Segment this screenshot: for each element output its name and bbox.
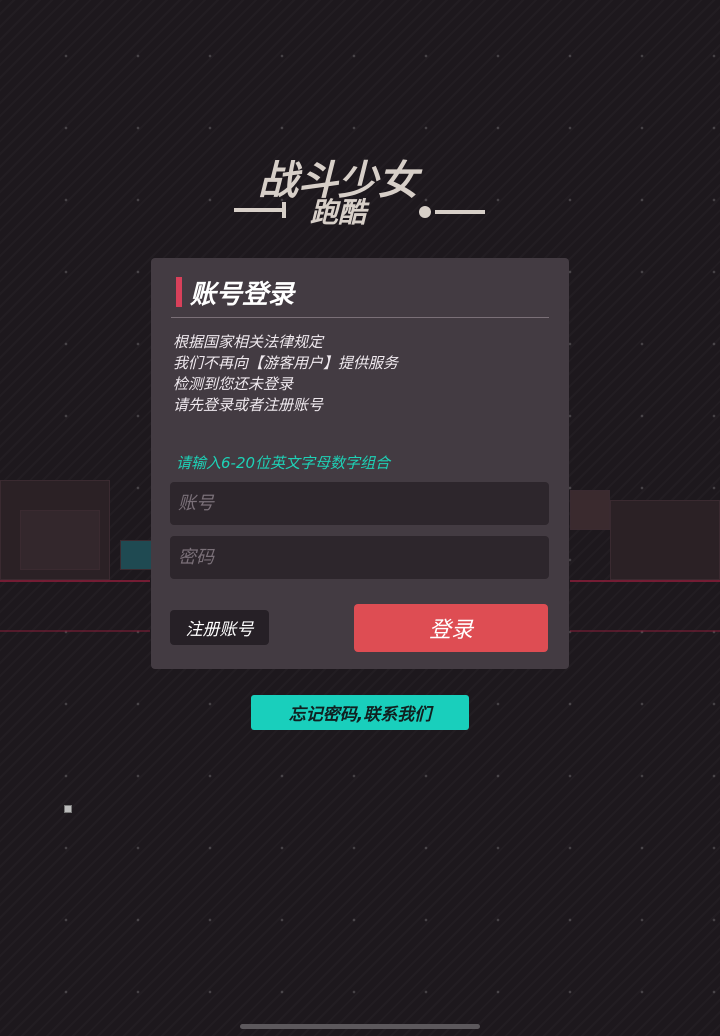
forgot-password-button[interactable]: 忘记密码,联系我们 — [251, 695, 469, 730]
panel-header: 账号登录 — [176, 276, 295, 310]
notice-line: 请先登录或者注册账号 — [173, 396, 324, 414]
panel-title: 账号登录 — [190, 279, 295, 310]
broken-image-icon — [64, 805, 72, 813]
game-logo: 战斗少女 跑酷 — [234, 158, 485, 229]
notice-line: 我们不再向【游客用户】提供服务 — [173, 354, 399, 372]
notice-line: 根据国家相关法律规定 — [173, 333, 324, 351]
input-hint: 请输入6-20位英文字母数字组合 — [176, 454, 391, 472]
password-input[interactable] — [170, 536, 549, 579]
register-button[interactable]: 注册账号 — [170, 610, 269, 645]
background-scene-left — [0, 400, 160, 660]
account-input[interactable] — [170, 482, 549, 525]
notice-line: 检测到您还未登录 — [173, 375, 294, 393]
background-scene-right — [560, 400, 720, 660]
home-indicator[interactable] — [240, 1024, 480, 1029]
divider — [171, 317, 549, 318]
login-panel: 账号登录 根据国家相关法律规定 我们不再向【游客用户】提供服务 检测到您还未登录… — [151, 258, 569, 669]
title-accent-bar — [176, 277, 182, 307]
logo-subtitle-text: 跑酷 — [310, 196, 370, 229]
login-button[interactable]: 登录 — [354, 604, 548, 652]
login-notice: 根据国家相关法律规定 我们不再向【游客用户】提供服务 检测到您还未登录 请先登录… — [173, 332, 398, 416]
